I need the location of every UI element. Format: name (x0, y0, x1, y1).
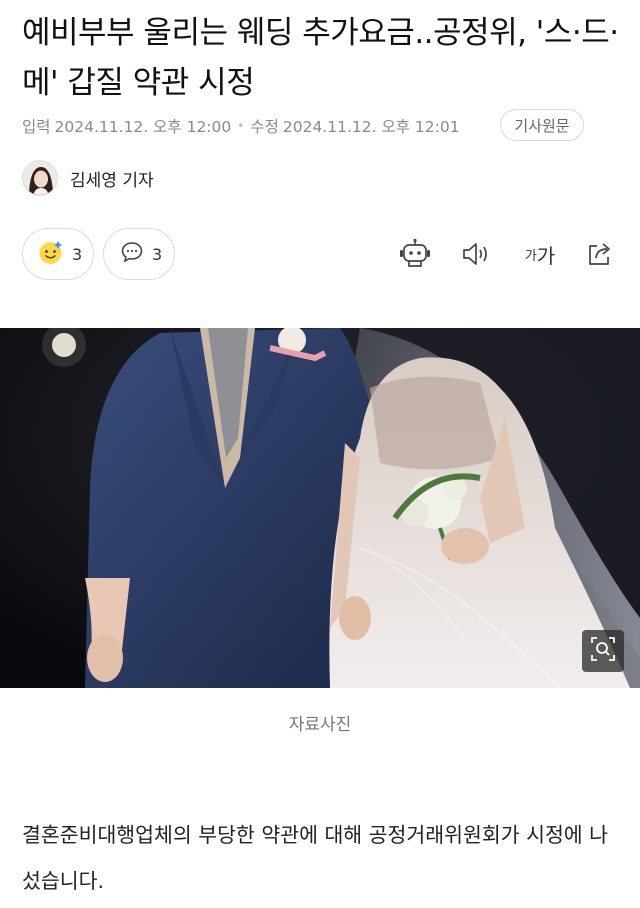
modified-label: 수정 (250, 118, 279, 136)
modified-time: 2024.11.12. 오후 12:01 (282, 118, 460, 136)
robot-summary-icon[interactable] (397, 236, 433, 272)
input-time: 2024.11.12. 오후 12:00 (54, 118, 232, 136)
author-name: 김세영 기자 (70, 170, 154, 191)
comment-button[interactable]: 3 (103, 228, 175, 280)
input-label: 입력 (22, 118, 51, 136)
zoom-button[interactable] (582, 630, 624, 672)
font-size-icon[interactable]: 가가 (520, 236, 560, 272)
meta-separator: • (237, 119, 245, 133)
speaker-icon[interactable] (458, 236, 494, 272)
zoom-search-icon (590, 636, 616, 666)
emoji-reaction-button[interactable]: 3 (22, 228, 94, 280)
emoji-reaction-count: 3 (72, 244, 83, 264)
comment-bubble-icon (120, 240, 144, 268)
smile-emoji-icon (38, 239, 64, 269)
author-info[interactable]: 김세영 기자 (22, 160, 154, 196)
wedding-couple-illustration (0, 328, 640, 688)
font-size-small-label: 가 (524, 248, 537, 264)
article-photo[interactable] (0, 328, 640, 688)
comment-count: 3 (152, 244, 163, 264)
font-size-large-label: 가 (536, 243, 556, 268)
original-article-button[interactable]: 기사원문 (500, 109, 584, 141)
share-icon[interactable] (582, 236, 618, 272)
article-title: 예비부부 울리는 웨딩 추가요금..공정위, '스·드·메' 갑질 약관 시정 (22, 15, 619, 101)
article-body: 결혼준비대행업체의 부당한 약관에 대해 공정거래위원회가 시정에 나섰습니다. (22, 823, 609, 893)
photo-caption: 자료사진 (288, 715, 352, 735)
author-avatar (22, 160, 58, 196)
